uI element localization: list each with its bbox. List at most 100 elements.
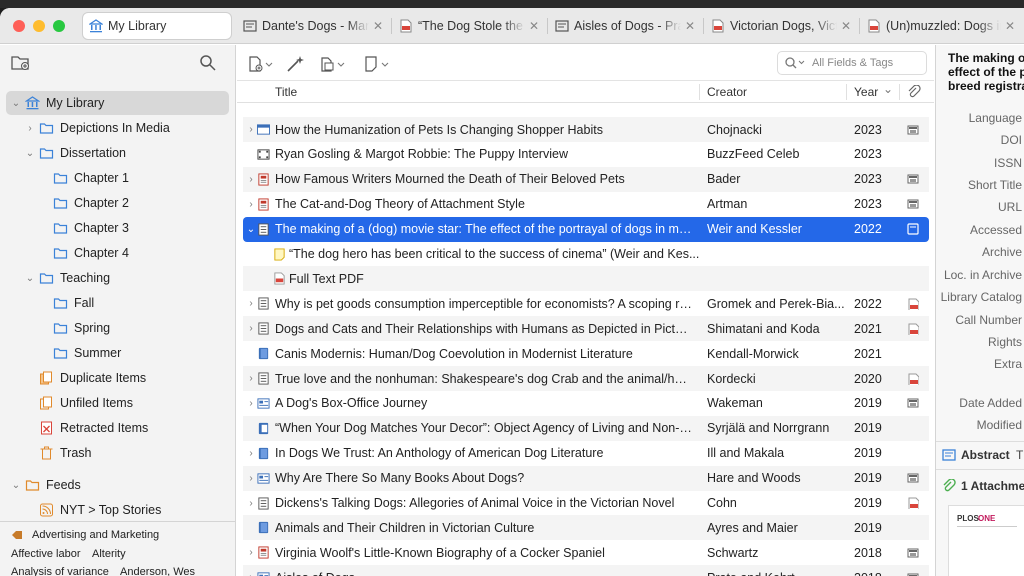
item-row[interactable]: “When Your Dog Matches Your Decor”: Obje… — [243, 415, 929, 441]
snapshot-icon[interactable] — [907, 173, 919, 185]
disclosure-chevron-icon[interactable]: › — [245, 174, 257, 185]
tab-victorian-dogs[interactable]: Victorian Dogs, Victorian ✕ — [705, 12, 857, 40]
abstract-section-header[interactable]: Abstract — [961, 448, 1010, 462]
sidebar-item-nyt-top-stories[interactable]: NYT > Top Stories — [6, 498, 161, 522]
disclosure-chevron-icon[interactable]: › — [245, 448, 257, 459]
add-by-identifier-button[interactable] — [285, 54, 315, 74]
disclosure-chevron-icon[interactable]: › — [245, 323, 257, 334]
disclosure-chevron-icon[interactable]: › — [245, 398, 257, 409]
pdf-icon[interactable] — [907, 497, 919, 509]
new-collection-icon[interactable] — [11, 54, 31, 72]
sidebar-item-summer[interactable]: Summer — [6, 341, 121, 365]
disclosure-chevron-icon[interactable]: ⌄ — [24, 273, 36, 284]
item-row[interactable]: Canis Modernis: Human/Dog Coevolution in… — [243, 341, 929, 366]
tag-item[interactable]: Analysis of variance — [11, 566, 109, 576]
snapshot-icon[interactable] — [907, 572, 919, 576]
minimize-window-button[interactable] — [33, 20, 45, 32]
tag-item[interactable]: Affective labor — [11, 548, 81, 560]
item-row[interactable]: › Aisles of Dogs Prato and Kehrt 2018 — [243, 565, 929, 576]
new-note-button[interactable] — [363, 54, 393, 74]
disclosure-chevron-icon[interactable]: › — [245, 547, 257, 558]
column-divider[interactable] — [899, 84, 900, 100]
item-row[interactable]: Animals and Their Children in Victorian … — [243, 515, 929, 541]
item-row[interactable]: › Why Are There So Many Books About Dogs?… — [243, 465, 929, 491]
close-icon[interactable]: ✕ — [841, 19, 851, 33]
close-icon[interactable]: ✕ — [529, 19, 539, 33]
sidebar-item-retracted-items[interactable]: Retracted Items — [6, 416, 148, 440]
attachment-column-icon[interactable] — [907, 85, 921, 99]
attachment-icon[interactable] — [907, 223, 919, 235]
tab-dantes-dogs[interactable]: Dante's Dogs - Manu ✕ — [237, 12, 389, 40]
disclosure-chevron-icon[interactable]: › — [24, 123, 36, 134]
sidebar-item-teaching[interactable]: ⌄ Teaching — [6, 266, 110, 290]
column-creator[interactable]: Creator — [707, 85, 747, 99]
sidebar-item-duplicate-items[interactable]: Duplicate Items — [6, 366, 146, 390]
disclosure-chevron-icon[interactable]: › — [245, 572, 257, 576]
snapshot-icon[interactable] — [907, 124, 919, 136]
column-divider[interactable] — [699, 84, 700, 100]
disclosure-chevron-icon[interactable]: ⌄ — [10, 98, 22, 109]
close-icon[interactable]: ✕ — [373, 19, 383, 33]
zoom-window-button[interactable] — [53, 20, 65, 32]
new-item-button[interactable] — [247, 54, 277, 74]
add-attachment-button[interactable] — [319, 54, 349, 74]
sidebar-item-feeds[interactable]: ⌄ Feeds — [6, 473, 81, 497]
item-row[interactable]: › Dickens's Talking Dogs: Allegories of A… — [243, 491, 929, 516]
disclosure-chevron-icon[interactable]: ⌄ — [10, 480, 22, 491]
disclosure-chevron-icon[interactable]: › — [245, 373, 257, 384]
snapshot-icon[interactable] — [907, 547, 919, 559]
sidebar-item-my-library[interactable]: ⌄ My Library — [6, 91, 229, 115]
item-row[interactable]: › Dogs and Cats and Their Relationships w… — [243, 316, 929, 342]
disclosure-chevron-icon[interactable]: › — [245, 199, 257, 210]
item-row[interactable]: › Virginia Woolf's Little-Known Biography… — [243, 540, 929, 565]
item-row[interactable]: Ryan Gosling & Margot Robbie: The Puppy … — [243, 142, 929, 167]
tab-aisles-of-dogs[interactable]: Aisles of Dogs - Prato ✕ — [549, 12, 701, 40]
close-icon[interactable]: ✕ — [685, 19, 695, 33]
search-field[interactable]: All Fields & Tags — [777, 51, 927, 75]
pdf-icon[interactable] — [907, 323, 919, 335]
disclosure-chevron-icon[interactable]: ⌄ — [245, 224, 257, 235]
snapshot-icon[interactable] — [907, 198, 919, 210]
item-row[interactable]: › Why is pet goods consumption impercepti… — [243, 291, 929, 316]
sidebar-item-chapter-2[interactable]: Chapter 2 — [6, 191, 129, 215]
column-divider[interactable] — [846, 84, 847, 100]
tab-dog-stole-show[interactable]: “The Dog Stole the Show” ✕ — [393, 12, 545, 40]
tag-item[interactable]: Advertising and Marketing — [32, 529, 159, 541]
child-item-row[interactable]: “The dog hero has been critical to the s… — [243, 242, 929, 267]
snapshot-icon[interactable] — [907, 472, 919, 484]
column-year[interactable]: Year — [854, 85, 878, 99]
disclosure-chevron-icon[interactable]: › — [245, 124, 257, 135]
attachments-section-header[interactable]: 1 Attachment — [961, 479, 1024, 493]
tag-item[interactable]: Alterity — [92, 548, 126, 560]
sidebar-item-depictions-in-media[interactable]: › Depictions In Media — [6, 116, 169, 140]
sidebar-item-chapter-3[interactable]: Chapter 3 — [6, 216, 129, 240]
sidebar-item-spring[interactable]: Spring — [6, 316, 110, 340]
pdf-icon[interactable] — [907, 298, 919, 310]
disclosure-chevron-icon[interactable]: › — [245, 498, 257, 509]
disclosure-chevron-icon[interactable]: › — [245, 473, 257, 484]
item-row[interactable]: › The Cat-and-Dog Theory of Attachment St… — [243, 192, 929, 217]
sidebar-item-chapter-4[interactable]: Chapter 4 — [6, 241, 129, 265]
pdf-icon[interactable] — [907, 373, 919, 385]
search-icon[interactable] — [199, 54, 217, 72]
item-row[interactable]: › A Dog's Box-Office Journey Wakeman 2019 — [243, 391, 929, 416]
sidebar-item-chapter-1[interactable]: Chapter 1 — [6, 166, 129, 190]
disclosure-chevron-icon[interactable]: › — [245, 298, 257, 309]
tab-unmuzzled[interactable]: (Un)muzzled: Dogs in ✕ — [861, 12, 1021, 40]
item-row[interactable]: › How the Humanization of Pets Is Changin… — [243, 117, 929, 142]
item-row[interactable]: › How Famous Writers Mourned the Death of… — [243, 166, 929, 192]
item-row[interactable]: ⌄ The making of a (dog) movie star: The e… — [243, 216, 929, 242]
attachment-preview[interactable]: PLOS ONE — [948, 505, 1024, 576]
close-icon[interactable]: ✕ — [1005, 19, 1015, 33]
disclosure-chevron-icon[interactable]: ⌄ — [24, 148, 36, 159]
sidebar-item-dissertation[interactable]: ⌄ Dissertation — [6, 141, 126, 165]
tag-item[interactable]: Anderson, Wes — [120, 566, 195, 576]
tab-my-library[interactable]: My Library — [82, 12, 232, 40]
sidebar-item-trash[interactable]: Trash — [6, 441, 92, 465]
sidebar-item-unfiled-items[interactable]: Unfiled Items — [6, 391, 133, 415]
snapshot-icon[interactable] — [907, 397, 919, 409]
close-window-button[interactable] — [13, 20, 25, 32]
child-item-row[interactable]: Full Text PDF — [243, 266, 929, 292]
item-row[interactable]: › True love and the nonhuman: Shakespeare… — [243, 366, 929, 391]
column-title[interactable]: Title — [275, 85, 297, 99]
